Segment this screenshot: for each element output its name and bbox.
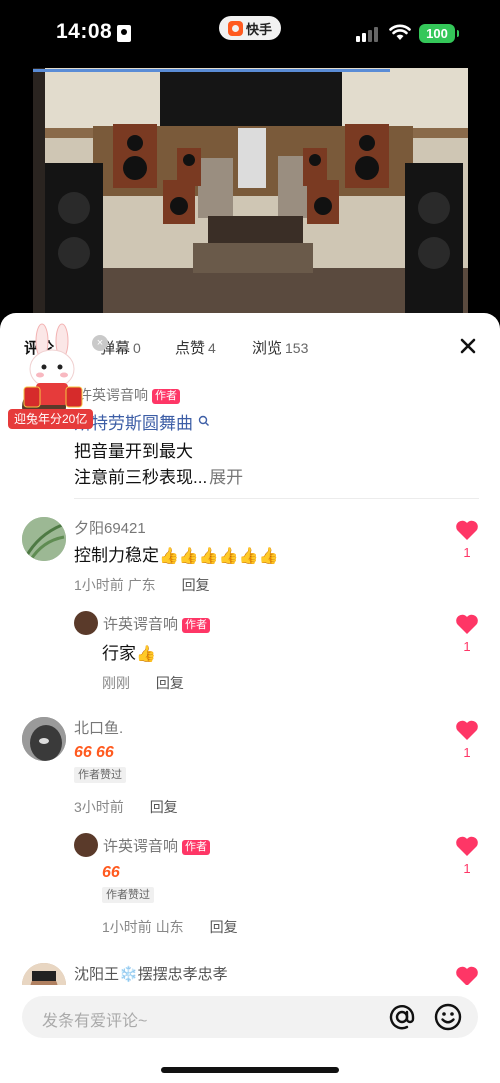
reply-button[interactable]: 回复 (182, 577, 210, 593)
comment-meta: 1小时前 广东 回复 (74, 577, 210, 593)
heart-icon[interactable] (455, 835, 479, 857)
avatar[interactable] (74, 833, 98, 857)
plant-avatar-image (22, 517, 66, 561)
like-count: 1 (463, 545, 471, 560)
author-liked-tag: 作者赞过 (74, 767, 126, 783)
video-progress-bar[interactable] (33, 69, 390, 72)
clock: 14:08 (56, 20, 113, 43)
like-count: 1 (463, 639, 471, 654)
portrait-avatar-image (22, 717, 66, 761)
divider (74, 498, 479, 499)
rabbit-mascot-icon (23, 323, 83, 408)
reply-text: 行家👍 (102, 644, 156, 663)
app-name: 快手 (245, 21, 272, 37)
heart-icon[interactable] (455, 613, 479, 635)
reply-button[interactable]: 回复 (150, 799, 178, 815)
like-count: 1 (463, 861, 471, 876)
reply-button[interactable]: 回复 (156, 675, 184, 691)
promo-close-icon[interactable]: × (92, 335, 108, 351)
home-indicator (161, 1067, 339, 1073)
author-tag: 作者 (152, 389, 180, 404)
like-count: 1 (463, 745, 471, 760)
comment-input[interactable]: 发条有爱评论~ (22, 996, 478, 1038)
post-text-line2: 注意前三秒表现... 展开 (74, 468, 244, 487)
666-sticker-icon: 66 66 (74, 744, 114, 761)
at-mention-icon[interactable] (386, 1001, 418, 1033)
reply-username[interactable]: 许英谔音响 (103, 838, 178, 855)
avatar[interactable] (22, 517, 66, 561)
status-bar: 14:08 快手 100 (0, 0, 500, 66)
cellular-signal-icon (356, 26, 378, 42)
heart-icon[interactable] (455, 719, 479, 741)
thumbs-up-emoji: 👍 (136, 646, 156, 663)
reply-meta: 1小时前 山东 回复 (102, 919, 238, 935)
search-icon (198, 415, 209, 426)
comment-username[interactable]: 夕阳69421 (74, 517, 146, 538)
tab-likes[interactable]: 点赞 4 (175, 337, 216, 358)
reply-username[interactable]: 许英谔音响 (103, 616, 178, 633)
id-card-icon (117, 25, 131, 42)
input-placeholder: 发条有爱评论~ (42, 1013, 148, 1030)
comment-text: 控制力稳定👍👍👍👍👍👍 (74, 546, 279, 565)
heart-icon[interactable] (455, 965, 479, 987)
avatar[interactable] (22, 717, 66, 761)
promo-badge: 迎兔年分20亿 (8, 409, 94, 429)
author-tag: 作者 (182, 840, 211, 855)
svg-text:66: 66 (74, 744, 92, 761)
battery-indicator: 100 (419, 24, 459, 43)
close-icon[interactable] (455, 333, 481, 359)
kuaishou-logo-icon (227, 20, 243, 36)
app-indicator-pill[interactable]: 快手 (219, 16, 281, 40)
wifi-icon (389, 24, 411, 40)
reply-stickers: 66 (102, 861, 124, 886)
comment-sheet: 评论 弹幕0 点赞4 浏览153 许英谔音响作者 斯特劳斯圆舞曲 把音量开到最大 (0, 313, 500, 1083)
avatar[interactable] (74, 611, 98, 635)
author-liked-tag: 作者赞过 (102, 887, 154, 903)
promo-widget[interactable]: 迎兔年分20亿 × (6, 323, 108, 429)
thumbs-up-emoji: 👍👍👍👍👍👍 (159, 548, 279, 565)
video-player[interactable] (33, 68, 468, 323)
video-frame-image (33, 68, 468, 323)
comment-username[interactable]: 北口鱼. (74, 717, 123, 738)
svg-text:66: 66 (96, 744, 114, 761)
tab-views[interactable]: 浏览 153 (252, 337, 308, 358)
emoji-icon[interactable] (432, 1001, 464, 1033)
comment-meta: 3小时前 回复 (74, 799, 178, 815)
author-tag: 作者 (182, 618, 211, 633)
comment-username[interactable]: 沈阳王❄️摆摆忠孝忠孝 (74, 963, 228, 984)
comment-stickers: 66 66 (74, 741, 118, 766)
666-sticker-icon: 66 (102, 864, 120, 881)
reply-button[interactable]: 回复 (210, 919, 238, 935)
expand-link[interactable]: 展开 (209, 468, 243, 487)
reply-meta: 刚刚 回复 (102, 675, 184, 691)
post-text-line1: 把音量开到最大 (74, 442, 193, 461)
svg-text:66: 66 (102, 864, 120, 881)
heart-icon[interactable] (455, 519, 479, 541)
